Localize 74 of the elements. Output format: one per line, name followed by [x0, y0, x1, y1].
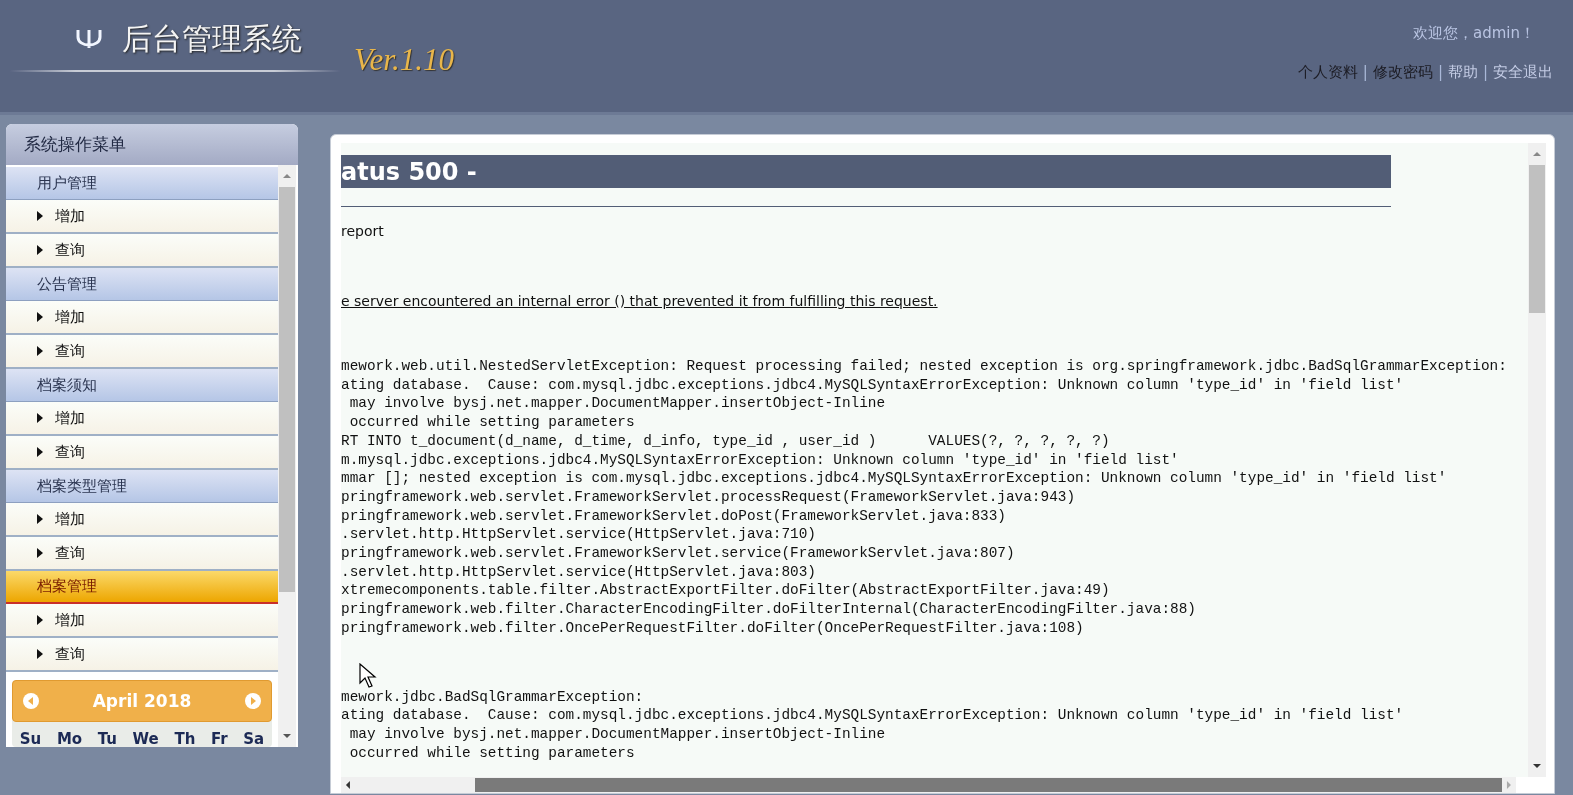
- triangle-icon: [37, 245, 43, 255]
- welcome-text: 欢迎您，admin！: [1413, 24, 1535, 43]
- scrollbar[interactable]: [278, 165, 296, 747]
- trident-icon: [74, 28, 104, 50]
- error-type: report: [341, 223, 385, 239]
- stack-trace-line: .servlet.http.HttpServlet.service(HttpServlet.java:710): [341, 525, 817, 545]
- stack-trace-line: mmar []; nested exception is com.mysql.jdbc.exceptions.jdbc4.MySQLSyntaxErrorException: Unknown column 'type_id' in 'field list': [341, 469, 1448, 488]
- stack-trace-line: mework.web.util.NestedServletException: Request processing failed; nested exception is org.springframework.jdbc.BadSqlGrammarException:: [341, 357, 1508, 376]
- menu-item[interactable]: 增加: [6, 301, 278, 335]
- weekday-label: Su: [19, 730, 42, 747]
- prev-month-icon[interactable]: [23, 693, 39, 709]
- triangle-icon: [37, 346, 43, 356]
- menu-group[interactable]: 公告管理: [6, 268, 278, 301]
- menu-group[interactable]: 档案须知: [6, 369, 278, 402]
- sidebar-title: 系统操作菜单: [6, 124, 298, 165]
- weekday-label: Fr: [210, 730, 228, 747]
- weekday-label: Th: [174, 730, 196, 747]
- stack-trace-line: pringframework.web.filter.CharacterEncodingFilter.doFilterInternal(CharacterEncodingFilter.java:88): [341, 600, 1197, 619]
- triangle-icon: [37, 615, 43, 625]
- menu-item[interactable]: 查询: [6, 537, 278, 571]
- next-month-icon[interactable]: [245, 693, 261, 709]
- stack-trace-line: m.mysql.jdbc.exceptions.jdbc4.MySQLSyntaxErrorException: Unknown column 'type_id' in 'field list': [341, 450, 1180, 470]
- weekday-label: Tu: [97, 730, 117, 747]
- stack-trace-line: may involve bysj.net.mapper.DocumentMapper.insertObject-Inline: [348, 724, 887, 744]
- stack-trace-line: pringframework.web.servlet.FrameworkServlet.doPost(FrameworkServlet.java:833): [341, 506, 1007, 526]
- header-link[interactable]: 帮助: [1447, 63, 1478, 82]
- stack-trace-line: RT INTO t_document(d_name, d_time, d_info, type_id , user_id ) VALUES(?, ?, ?, ?, ?): [341, 431, 1111, 451]
- error-message: e server encountered an internal error () that prevented it from fulfilling this request.: [341, 293, 939, 309]
- stack-trace-line: ating database. Cause: com.mysql.jdbc.exceptions.jdbc4.MySQLSyntaxErrorException: Unknown column 'type_id' in 'field list': [341, 706, 1405, 725]
- scrollbar-thumb[interactable]: [474, 778, 1503, 792]
- scrollbar[interactable]: [1528, 143, 1546, 777]
- triangle-icon: [37, 447, 43, 457]
- stack-trace-line: ating database. Cause: com.mysql.jdbc.exceptions.jdbc4.MySQLSyntaxErrorException: Unknown column 'type_id' in 'field list': [341, 375, 1405, 395]
- calendar-month: April 2018: [92, 691, 192, 711]
- menu-item[interactable]: 查询: [6, 436, 278, 470]
- weekday-label: We: [132, 730, 159, 747]
- menu-group[interactable]: 档案类型管理: [6, 470, 278, 503]
- menu-item[interactable]: 查询: [6, 234, 278, 268]
- stack-trace-line: pringframework.web.servlet.FrameworkServlet.processRequest(FrameworkServlet.java:943): [341, 487, 1077, 507]
- header-link[interactable]: 安全退出: [1493, 63, 1553, 82]
- scrollbar[interactable]: [341, 777, 1516, 793]
- stack-trace-line: mework.jdbc.BadSqlGrammarException:: [341, 687, 645, 707]
- weekday-label: Sa: [243, 730, 265, 747]
- stack-trace-line: .servlet.http.HttpServlet.service(HttpServlet.java:803): [341, 562, 817, 582]
- scrollbar-thumb[interactable]: [279, 187, 295, 592]
- stack-trace-line: xtremecomponents.table.filter.AbstractExportFilter.doFilter(AbstractExportFilter.java:49): [341, 581, 1111, 601]
- version-label: Ver.1.10: [354, 42, 454, 78]
- stack-trace-line: occurred while setting parameters: [348, 743, 636, 763]
- error-heading: atus 500 -: [341, 155, 1391, 188]
- menu-item[interactable]: 增加: [6, 503, 278, 537]
- link-separator: |: [1362, 63, 1368, 82]
- menu-item[interactable]: 查询: [6, 335, 278, 369]
- triangle-icon: [37, 312, 43, 322]
- app-title: 后台管理系统: [122, 19, 302, 58]
- link-separator: |: [1482, 63, 1488, 82]
- menu-item[interactable]: 增加: [6, 402, 278, 436]
- stack-trace-line: pringframework.web.filter.OncePerRequestFilter.doFilter(OncePerRequestFilter.java:108): [341, 618, 1085, 638]
- link-separator: |: [1437, 63, 1443, 82]
- menu-item[interactable]: 查询: [6, 638, 278, 672]
- triangle-icon: [37, 413, 43, 423]
- weekday-label: Mo: [56, 730, 83, 747]
- menu-group[interactable]: 档案管理: [6, 571, 278, 604]
- stack-trace-line: pringframework.web.servlet.FrameworkServlet.service(FrameworkServlet.java:807): [341, 544, 1016, 563]
- stack-trace-line: occurred while setting parameters: [348, 413, 636, 432]
- menu-group[interactable]: 用户管理: [6, 167, 278, 200]
- stack-trace-line: may involve bysj.net.mapper.DocumentMapper.insertObject-Inline: [348, 394, 887, 414]
- triangle-icon: [37, 514, 43, 524]
- mouse-pointer-icon: [359, 663, 377, 689]
- triangle-icon: [37, 548, 43, 558]
- triangle-icon: [37, 649, 43, 659]
- menu-item[interactable]: 增加: [6, 200, 278, 234]
- menu-item[interactable]: 增加: [6, 604, 278, 638]
- scrollbar-thumb[interactable]: [1529, 165, 1545, 313]
- triangle-icon: [37, 211, 43, 221]
